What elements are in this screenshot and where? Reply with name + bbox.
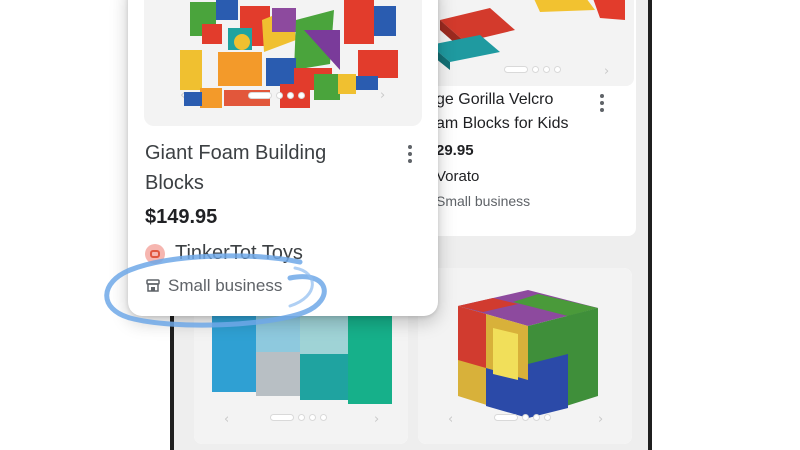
small-business-badge: Small business [168,276,283,295]
product-title-line-2: am Blocks for Kids [436,115,569,132]
product-title-line-1: ge Gorilla Velcro [436,91,554,108]
chevron-left-icon[interactable]: ‹ [180,88,185,103]
product-price: 29.95 [436,142,474,159]
foam-blocks-image [430,0,625,70]
colorful-foam-blocks-image [180,0,398,108]
product-card-giant-foam-blocks[interactable]: ‹ › Giant Foam Building Blocks $149.95 T… [128,0,438,316]
product-card-puzzle-cube[interactable]: ‹ › [418,268,632,444]
chevron-right-icon[interactable]: › [380,88,385,103]
product-title[interactable]: ge Gorilla Velcro am Blocks for Kids [436,88,568,136]
product-price: $149.95 [145,206,218,228]
image-carousel-dots[interactable] [504,66,561,73]
image-carousel-dots[interactable] [494,414,551,421]
product-image[interactable]: ‹ › [144,0,422,126]
product-title[interactable]: Giant Foam Building Blocks [145,138,385,198]
small-business-badge: Small business [436,193,531,209]
product-image[interactable]: ‹ › [418,268,632,444]
chevron-right-icon[interactable]: › [604,64,609,79]
storefront-icon [146,279,160,292]
chevron-left-icon[interactable]: ‹ [448,412,453,427]
chevron-left-icon[interactable]: ‹ [224,412,229,427]
product-image[interactable]: › [420,0,634,86]
image-carousel-dots[interactable] [248,92,305,99]
more-options-icon[interactable] [407,145,413,163]
more-options-icon[interactable] [599,94,605,112]
chevron-right-icon[interactable]: › [374,412,379,427]
product-card-velcro-blocks[interactable]: › ge Gorilla Velcro am Blocks for Kids 2… [418,0,636,236]
chevron-right-icon[interactable]: › [598,412,603,427]
seller-name[interactable]: TinkerTot Toys [175,242,303,265]
image-carousel-dots[interactable] [270,414,327,421]
seller-name: Vorato [436,168,480,185]
seller-logo-icon [145,244,165,264]
